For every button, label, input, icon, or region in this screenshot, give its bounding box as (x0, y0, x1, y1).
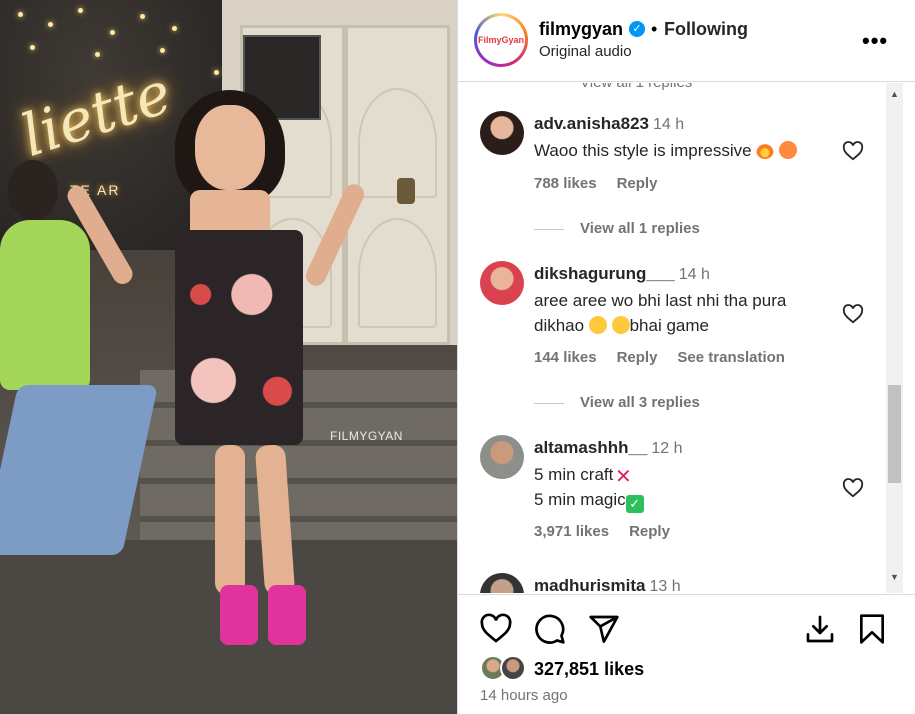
audio-link[interactable]: Original audio (539, 43, 632, 60)
separator-dot: • (651, 19, 658, 39)
comment-text: Waoo this style is impressive (534, 141, 752, 160)
view-replies-cut[interactable]: View all 1 replies (580, 83, 692, 91)
reply-button[interactable]: Reply (617, 175, 658, 192)
view-replies-button[interactable]: View all 3 replies (534, 394, 700, 411)
bookmark-icon[interactable] (856, 613, 888, 645)
view-replies-button[interactable]: View all 1 replies (534, 220, 700, 237)
comments-list[interactable]: View all 1 replies adv.anisha82314 h Wao… (458, 83, 915, 593)
heart-icon[interactable] (480, 613, 512, 645)
comment-like-heart-icon[interactable] (842, 478, 864, 498)
laughing-emoji-icon (611, 316, 630, 334)
verified-badge-icon: ✓ (629, 21, 645, 37)
post-panel: FilmyGyan filmygyan ✓ • Following Origin… (457, 0, 915, 714)
door-knocker (397, 178, 415, 204)
fire-emoji-icon (756, 141, 775, 159)
likes-count[interactable]: 327,851 likes (534, 659, 644, 680)
comment-likes[interactable]: 144 likes (534, 349, 597, 366)
comment-likes[interactable]: 3,971 likes (534, 523, 609, 540)
username-link[interactable]: filmygyan (539, 19, 623, 40)
comment-text: 5 min craft (534, 465, 614, 484)
comment-time: 14 h (652, 116, 685, 133)
scroll-down-arrow-icon[interactable]: ▼ (890, 572, 899, 582)
share-icon[interactable] (588, 613, 620, 645)
comment-text-end: bhai game (629, 316, 709, 335)
post-media[interactable]: liette TE AR FILMYGYAN (0, 0, 457, 714)
avatar[interactable]: FilmyGyan (474, 13, 528, 67)
main-subject (63, 80, 368, 660)
following-button[interactable]: Following (664, 19, 748, 40)
more-options-icon[interactable]: ••• (862, 28, 888, 54)
comment-username[interactable]: dikshagurung___ (534, 264, 675, 283)
comment-username[interactable]: adv.anisha823 (534, 114, 649, 133)
comment-avatar[interactable] (480, 261, 524, 305)
reply-button[interactable]: Reply (617, 349, 658, 366)
post-actions: 327,851 likes 14 hours ago (458, 594, 915, 714)
comment-time: 12 h (651, 440, 683, 457)
see-translation-button[interactable]: See translation (677, 349, 785, 366)
post-timestamp: 14 hours ago (480, 687, 568, 704)
download-icon[interactable] (804, 613, 836, 645)
laughing-emoji-icon (588, 316, 607, 334)
watermark: FILMYGYAN (330, 429, 403, 443)
comment-time: 13 h (649, 578, 681, 593)
post-header: FilmyGyan filmygyan ✓ • Following Origin… (458, 0, 915, 82)
liker-avatar[interactable] (500, 655, 526, 681)
scroll-up-arrow-icon[interactable]: ▲ (890, 89, 899, 99)
comment-avatar[interactable] (480, 573, 524, 593)
comment-icon[interactable] (534, 613, 566, 645)
reply-button[interactable]: Reply (629, 523, 670, 540)
scrollbar-thumb[interactable] (888, 385, 901, 483)
comment-likes[interactable]: 788 likes (534, 175, 597, 192)
avatar-logo: FilmyGyan (477, 35, 524, 45)
comment-avatar[interactable] (480, 435, 524, 479)
comment-time: 14 h (678, 266, 710, 283)
comment-like-heart-icon[interactable] (842, 141, 864, 161)
comment-username[interactable]: madhurismita (534, 576, 645, 593)
check-mark-icon: ✓ (625, 495, 644, 513)
comment-text-line2: 5 min magic (534, 490, 626, 509)
comments-scrollbar[interactable]: ▲ ▼ (886, 83, 903, 593)
comment-username[interactable]: altamashhh__ (534, 438, 647, 457)
cross-mark-icon: ✕ (614, 466, 632, 488)
comment-like-heart-icon[interactable] (842, 304, 864, 324)
comment-avatar[interactable] (480, 111, 524, 155)
hot-face-emoji-icon (779, 141, 798, 159)
